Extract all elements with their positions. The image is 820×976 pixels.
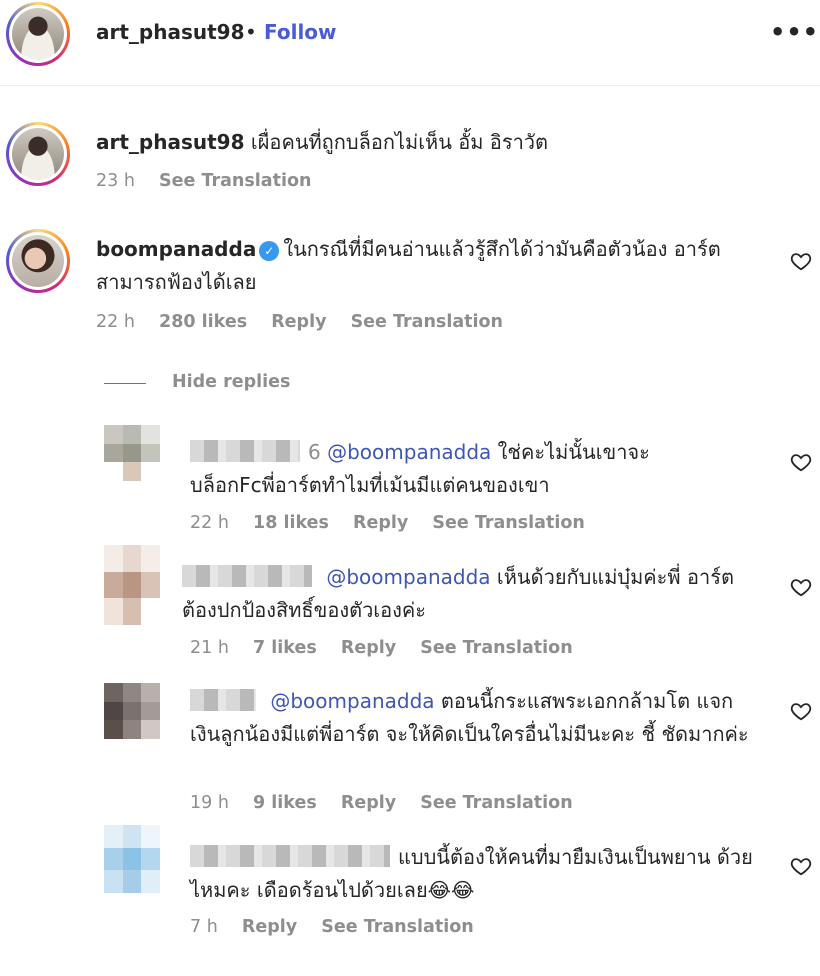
reply-avatar[interactable] [104,545,160,625]
author-username[interactable]: art_phasut98 [96,20,245,44]
reply-button[interactable]: Reply [341,638,396,658]
caption-see-translation[interactable]: See Translation [159,171,311,191]
comment-avatar[interactable] [6,229,70,293]
reply-see-translation[interactable]: See Translation [432,513,584,533]
comment-meta: 22 h 280 likes Reply See Translation [96,312,521,332]
reply-button[interactable]: Reply [242,917,297,937]
heart-outline-icon[interactable] [790,855,812,877]
reply-see-translation[interactable]: See Translation [420,638,572,658]
reply-meta: 19 h 9 likes Reply See Translation [190,793,591,813]
reply-likes[interactable]: 9 likes [253,793,317,813]
reply-time: 7 h [190,917,218,937]
caption-time: 23 h [96,171,135,191]
reply-username-blurred[interactable] [182,565,312,587]
heart-outline-icon[interactable] [790,451,812,473]
reply-see-translation[interactable]: See Translation [321,917,473,937]
reply-mention[interactable]: @boompanadda [270,689,434,713]
comment-username[interactable]: boompanadda [96,237,256,261]
reply-meta: 22 h 18 likes Reply See Translation [190,513,603,533]
reply-mention[interactable]: @boompanadda [327,440,491,464]
reply-time: 19 h [190,793,229,813]
hide-replies-button[interactable]: Hide replies [172,372,290,392]
reply-likes[interactable]: 18 likes [253,513,329,533]
reply-username-blurred[interactable] [190,440,300,462]
reply-username-blurred[interactable] [190,689,256,711]
separator-dot: • [245,20,257,44]
reply-mention[interactable]: @boompanadda [326,565,490,589]
comment-reply-button[interactable]: Reply [271,312,326,332]
hide-replies-line [104,383,146,384]
heart-outline-icon[interactable] [790,250,812,272]
verified-badge-icon: ✓ [259,241,280,261]
more-options-icon[interactable]: ••• [770,18,819,46]
reply-time: 21 h [190,638,229,658]
caption-avatar[interactable] [6,122,70,186]
reply-avatar[interactable] [104,825,160,893]
reply-meta: 7 h Reply See Translation [190,917,492,937]
reply-avatar[interactable] [104,425,160,481]
caption-username[interactable]: art_phasut98 [96,130,245,154]
comment-see-translation[interactable]: See Translation [351,312,503,332]
reply-see-translation[interactable]: See Translation [420,793,572,813]
reply-username-blurred[interactable] [190,845,390,867]
reply-avatar[interactable] [104,683,160,739]
reply-username-suffix: 6 [308,440,321,464]
heart-outline-icon[interactable] [790,576,812,598]
reply-meta: 21 h 7 likes Reply See Translation [190,638,591,658]
caption-meta: 23 h See Translation [96,171,329,191]
comment-likes[interactable]: 280 likes [159,312,247,332]
reply-time: 22 h [190,513,229,533]
reply-likes[interactable]: 7 likes [253,638,317,658]
comment-time: 22 h [96,312,135,332]
post-header: art_phasut98 • Follow ••• [0,0,820,86]
follow-button[interactable]: Follow [264,20,337,44]
caption-text: เผื่อคนที่ถูกบล็อกไม่เห็น อั้ม อิราวัต [250,130,549,154]
reply-button[interactable]: Reply [341,793,396,813]
reply-button[interactable]: Reply [353,513,408,533]
heart-outline-icon[interactable] [790,700,812,722]
author-avatar[interactable] [6,2,70,66]
